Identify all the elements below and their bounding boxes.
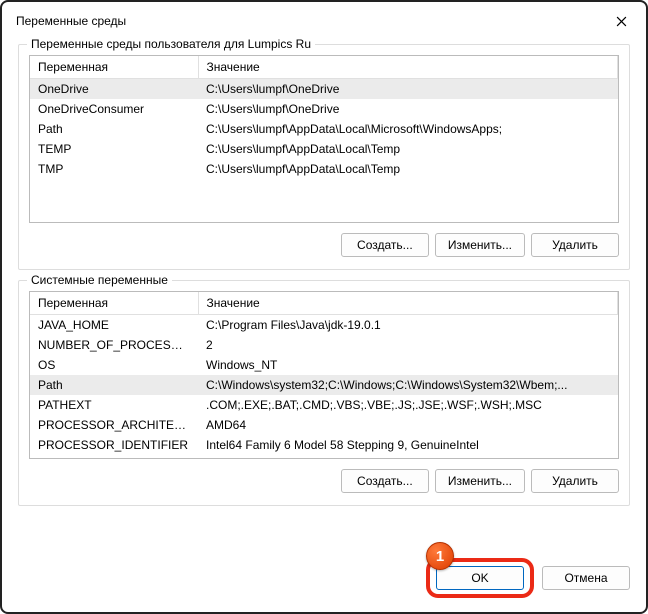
table-row[interactable]: TMPC:\Users\lumpf\AppData\Local\Temp	[30, 159, 618, 179]
cell-value: Windows_NT	[198, 355, 618, 375]
cell-name: PROCESSOR_ARCHITECTURE	[30, 415, 198, 435]
cell-name: Path	[30, 119, 198, 139]
cell-value: C:\Users\lumpf\AppData\Local\Temp	[198, 139, 618, 159]
cell-name: OneDriveConsumer	[30, 99, 198, 119]
cell-name: OS	[30, 355, 198, 375]
cell-name: JAVA_HOME	[30, 315, 198, 336]
user-edit-button[interactable]: Изменить...	[435, 233, 525, 257]
close-icon	[616, 16, 627, 27]
cell-value: AMD64	[198, 415, 618, 435]
table-row[interactable]: OSWindows_NT	[30, 355, 618, 375]
annotation-badge: 1	[426, 542, 454, 570]
system-delete-button[interactable]: Удалить	[531, 469, 619, 493]
cell-name: PROCESSOR_IDENTIFIER	[30, 435, 198, 455]
col-header-name[interactable]: Переменная	[30, 292, 198, 315]
user-vars-table: Переменная Значение OneDriveC:\Users\lum…	[30, 56, 618, 179]
cell-value: C:\Users\lumpf\AppData\Local\Temp	[198, 159, 618, 179]
system-vars-buttons: Создать... Изменить... Удалить	[29, 469, 619, 493]
table-row[interactable]: JAVA_HOMEC:\Program Files\Java\jdk-19.0.…	[30, 315, 618, 336]
table-row[interactable]: OneDriveC:\Users\lumpf\OneDrive	[30, 79, 618, 100]
dialog-content: Переменные среды пользователя для Lumpic…	[2, 38, 646, 552]
annotation-highlight: 1 OK	[426, 558, 534, 598]
system-create-button[interactable]: Создать...	[341, 469, 429, 493]
ok-button[interactable]: OK	[436, 566, 524, 590]
cell-name: TEMP	[30, 139, 198, 159]
cell-name: Path	[30, 375, 198, 395]
system-vars-title: Системные переменные	[27, 273, 172, 287]
cell-name: OneDrive	[30, 79, 198, 100]
table-row[interactable]: PathC:\Windows\system32;C:\Windows;C:\Wi…	[30, 375, 618, 395]
cell-value: .COM;.EXE;.BAT;.CMD;.VBS;.VBE;.JS;.JSE;.…	[198, 395, 618, 415]
col-header-value[interactable]: Значение	[198, 56, 618, 79]
cell-name: TMP	[30, 159, 198, 179]
user-vars-buttons: Создать... Изменить... Удалить	[29, 233, 619, 257]
cell-value: 2	[198, 335, 618, 355]
dialog-buttons: 1 OK Отмена	[2, 552, 646, 612]
window-title: Переменные среды	[16, 14, 126, 28]
cell-value: C:\Users\lumpf\OneDrive	[198, 79, 618, 100]
cell-value: Intel64 Family 6 Model 58 Stepping 9, Ge…	[198, 435, 618, 455]
user-vars-group: Переменные среды пользователя для Lumpic…	[18, 44, 630, 270]
col-header-name[interactable]: Переменная	[30, 56, 198, 79]
table-row[interactable]: PathC:\Users\lumpf\AppData\Local\Microso…	[30, 119, 618, 139]
user-vars-title: Переменные среды пользователя для Lumpic…	[27, 37, 315, 51]
user-vars-table-wrap[interactable]: Переменная Значение OneDriveC:\Users\lum…	[29, 55, 619, 223]
cell-value: C:\Users\lumpf\OneDrive	[198, 99, 618, 119]
table-row[interactable]: TEMPC:\Users\lumpf\AppData\Local\Temp	[30, 139, 618, 159]
table-row[interactable]: PROCESSOR_IDENTIFIERIntel64 Family 6 Mod…	[30, 435, 618, 455]
titlebar: Переменные среды	[2, 2, 646, 38]
table-row[interactable]: PROCESSOR_ARCHITECTUREAMD64	[30, 415, 618, 435]
system-vars-table-wrap[interactable]: Переменная Значение JAVA_HOMEC:\Program …	[29, 291, 619, 459]
table-row[interactable]: NUMBER_OF_PROCESSORS2	[30, 335, 618, 355]
system-vars-group: Системные переменные Переменная Значение…	[18, 280, 630, 506]
cell-name: NUMBER_OF_PROCESSORS	[30, 335, 198, 355]
cancel-button[interactable]: Отмена	[542, 566, 630, 590]
cell-value: C:\Windows\system32;C:\Windows;C:\Window…	[198, 375, 618, 395]
close-button[interactable]	[606, 10, 636, 32]
system-edit-button[interactable]: Изменить...	[435, 469, 525, 493]
col-header-value[interactable]: Значение	[198, 292, 618, 315]
cell-value: C:\Users\lumpf\AppData\Local\Microsoft\W…	[198, 119, 618, 139]
table-row[interactable]: OneDriveConsumerC:\Users\lumpf\OneDrive	[30, 99, 618, 119]
system-vars-table: Переменная Значение JAVA_HOMEC:\Program …	[30, 292, 618, 455]
env-vars-dialog: Переменные среды Переменные среды пользо…	[0, 0, 648, 614]
cell-value: C:\Program Files\Java\jdk-19.0.1	[198, 315, 618, 336]
user-create-button[interactable]: Создать...	[341, 233, 429, 257]
table-row[interactable]: PATHEXT.COM;.EXE;.BAT;.CMD;.VBS;.VBE;.JS…	[30, 395, 618, 415]
cell-name: PATHEXT	[30, 395, 198, 415]
user-delete-button[interactable]: Удалить	[531, 233, 619, 257]
